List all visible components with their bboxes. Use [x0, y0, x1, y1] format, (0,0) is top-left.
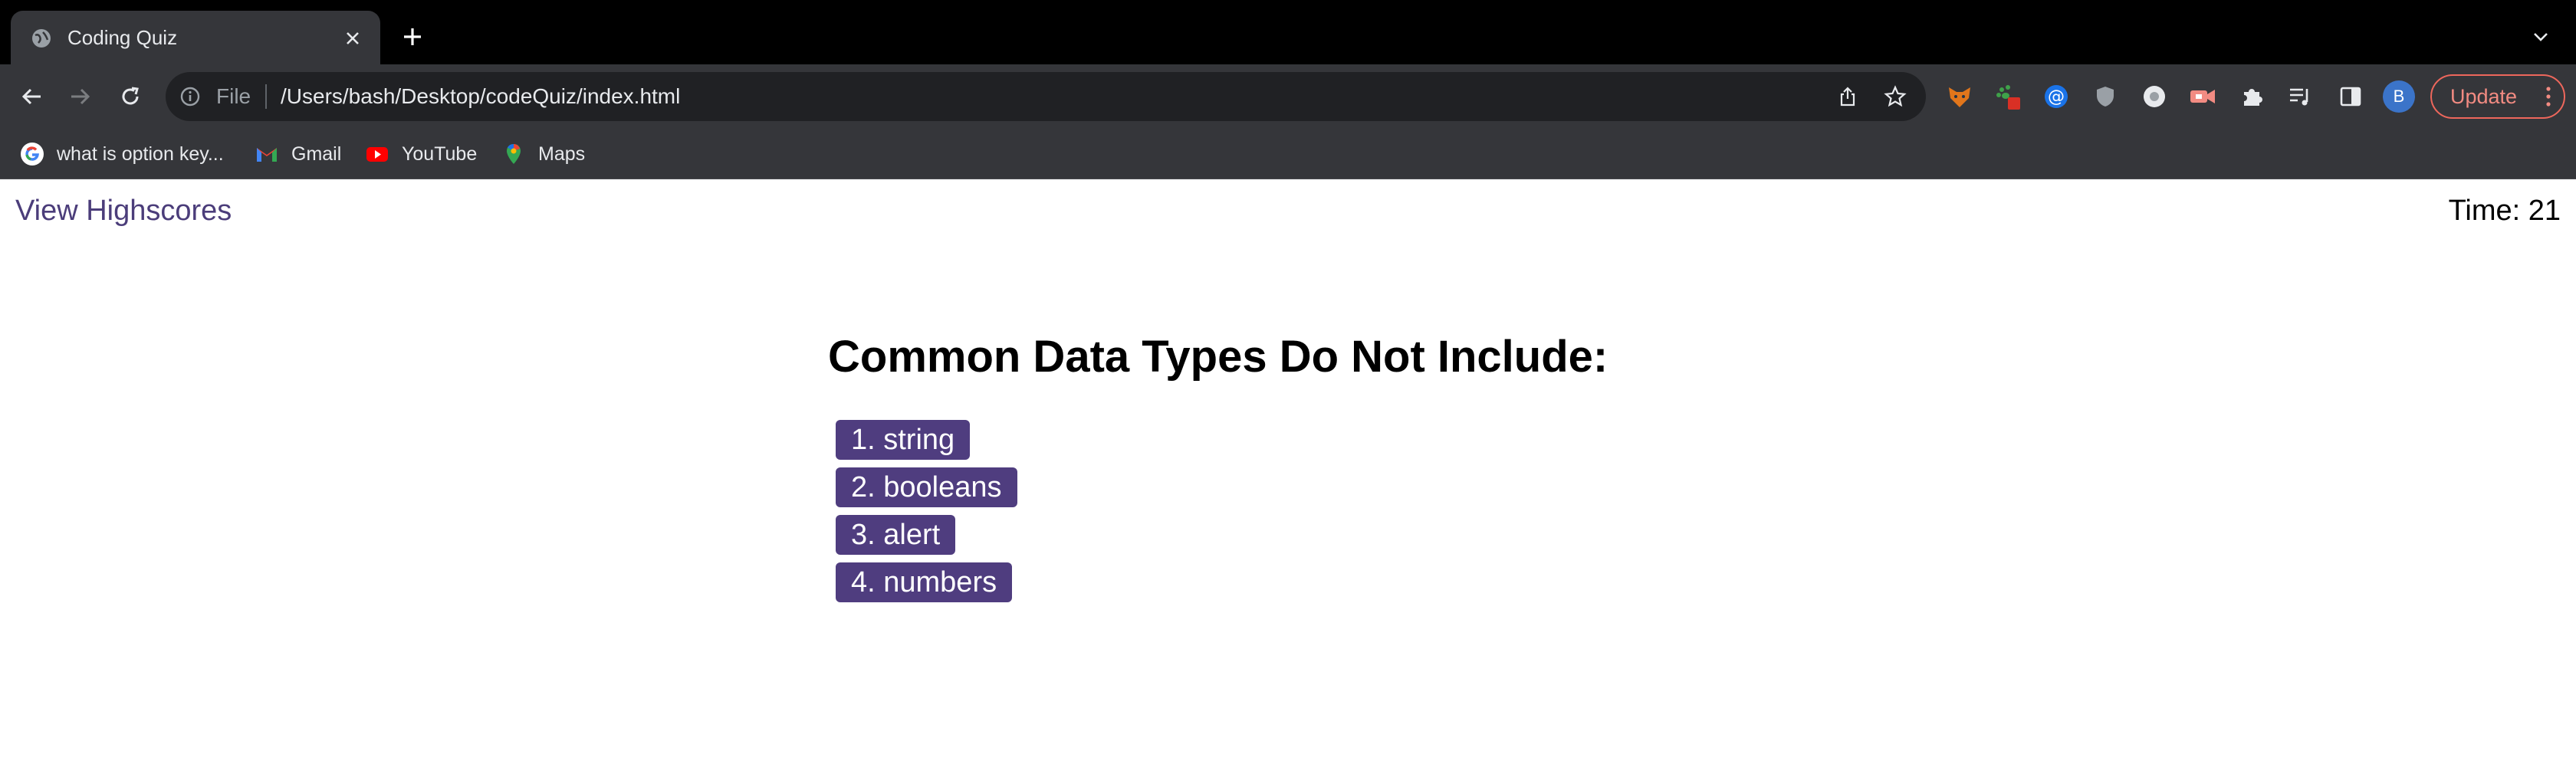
- bookmark-label: YouTube: [402, 143, 478, 165]
- question-title: Common Data Types Do Not Include:: [828, 332, 1608, 382]
- bookmarks-bar: what is option key... Gmail YouTube Maps: [0, 129, 2576, 179]
- star-icon: [1884, 85, 1907, 107]
- reload-button[interactable]: [115, 81, 146, 112]
- shield-icon: [2097, 87, 2114, 107]
- reading-list-button[interactable]: [2283, 80, 2317, 113]
- fox-extension-button[interactable]: [1943, 80, 1976, 113]
- side-panel-icon: [2340, 87, 2361, 107]
- view-highscores-link[interactable]: View Highscores: [15, 195, 232, 228]
- close-tab-button[interactable]: [340, 26, 365, 51]
- at-extension-button[interactable]: @: [2039, 80, 2073, 113]
- side-panel-button[interactable]: [2334, 80, 2367, 113]
- reload-icon: [122, 87, 139, 105]
- address-bar[interactable]: File /Users/bash/Desktop/codeQuiz/index.…: [166, 72, 1926, 121]
- shield-extension-button[interactable]: [2088, 80, 2122, 113]
- share-icon: [1840, 87, 1855, 107]
- more-vert-icon: [2546, 87, 2551, 107]
- close-icon: [347, 32, 359, 44]
- extensions-button[interactable]: [2236, 80, 2269, 113]
- bookmark-maps[interactable]: Maps: [501, 129, 585, 179]
- bookmark-label: Maps: [538, 143, 586, 165]
- circle-extension-button[interactable]: [2137, 80, 2171, 113]
- paw-extension-button[interactable]: [1992, 80, 2026, 113]
- gmail-icon: [257, 148, 277, 162]
- capture-extension-button[interactable]: [2187, 80, 2220, 113]
- omnibox-divider: [265, 84, 267, 109]
- paw-icon: [1996, 85, 2020, 110]
- google-icon: [21, 143, 44, 166]
- globe-icon: [32, 29, 51, 48]
- bookmark-gmail[interactable]: Gmail: [255, 129, 341, 179]
- tab-coding-quiz[interactable]: Coding Quiz: [11, 11, 380, 64]
- bookmark-label: what is option key...: [57, 143, 224, 165]
- tab-search-button[interactable]: [2527, 23, 2555, 51]
- bookmark-option-key[interactable]: what is option key...: [20, 129, 224, 179]
- tab-strip: Coding Quiz: [0, 0, 2576, 64]
- answer-button-4[interactable]: 4. numbers: [836, 562, 1013, 602]
- answer-button-1[interactable]: 1. string: [836, 420, 971, 460]
- arrow-right-icon: [71, 88, 90, 105]
- svg-text:@: @: [2048, 87, 2065, 107]
- info-icon[interactable]: [179, 86, 201, 107]
- share-button[interactable]: [1834, 83, 1861, 110]
- timer-display: Time: 21: [2448, 195, 2561, 227]
- tab-title: Coding Quiz: [67, 26, 178, 49]
- plus-icon: [404, 28, 421, 45]
- fox-icon: [1949, 87, 1970, 107]
- youtube-icon: [366, 147, 388, 162]
- url-text[interactable]: /Users/bash/Desktop/codeQuiz/index.html: [281, 72, 680, 121]
- update-label: Update: [2450, 84, 2518, 108]
- record-icon: [2144, 86, 2165, 107]
- browser-toolbar: File /Users/bash/Desktop/codeQuiz/index.…: [0, 64, 2576, 129]
- bookmark-label: Gmail: [291, 143, 342, 165]
- at-sign-icon: @: [2045, 85, 2068, 108]
- answer-button-2[interactable]: 2. booleans: [836, 467, 1017, 507]
- new-tab-button[interactable]: [396, 20, 429, 54]
- profile-avatar[interactable]: B: [2383, 80, 2415, 113]
- arrow-left-icon: [21, 88, 41, 105]
- maps-icon: [507, 144, 521, 164]
- bookmark-star-button[interactable]: [1881, 83, 1909, 110]
- bookmark-youtube[interactable]: YouTube: [365, 129, 477, 179]
- answer-button-3[interactable]: 3. alert: [836, 515, 956, 555]
- playlist-icon: [2290, 88, 2308, 106]
- page-content: View Highscores Time: 21 Common Data Typ…: [0, 179, 2576, 777]
- update-button[interactable]: Update: [2430, 74, 2565, 119]
- scheme-label: File: [216, 84, 251, 108]
- camera-icon: [2190, 90, 2215, 103]
- forward-button[interactable]: [64, 81, 95, 112]
- back-button[interactable]: [17, 81, 48, 112]
- puzzle-icon: [2244, 89, 2262, 106]
- chevron-down-icon: [2534, 33, 2548, 41]
